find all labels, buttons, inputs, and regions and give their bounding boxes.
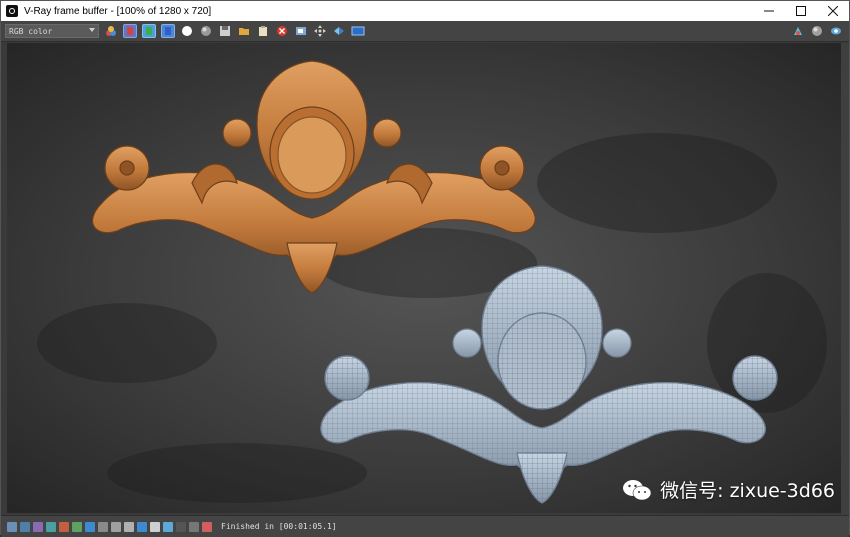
history-icon[interactable] bbox=[7, 521, 17, 532]
vfb-toolbar: RGB color bbox=[1, 21, 849, 42]
minimize-icon bbox=[764, 10, 774, 12]
wechat-icon bbox=[623, 479, 652, 500]
watermark-text: 微信号: zixue-3d66 bbox=[660, 480, 835, 502]
toolbar-right-group bbox=[786, 24, 849, 38]
clear-icon[interactable] bbox=[256, 24, 270, 38]
window-controls bbox=[753, 1, 849, 21]
save-icon[interactable] bbox=[218, 24, 232, 38]
settings-icon[interactable] bbox=[829, 24, 843, 38]
h-icon[interactable] bbox=[176, 521, 186, 532]
stop-icon[interactable] bbox=[275, 24, 289, 38]
track-mouse-icon[interactable] bbox=[313, 24, 327, 38]
exposure-icon[interactable] bbox=[46, 521, 56, 532]
channel-select-value: RGB color bbox=[9, 26, 53, 36]
white-balance-icon[interactable] bbox=[59, 521, 69, 532]
render-image bbox=[7, 43, 843, 513]
close-icon bbox=[828, 6, 838, 16]
watermark: 微信号: zixue-3d66 bbox=[622, 476, 835, 503]
ocio-icon[interactable] bbox=[137, 521, 147, 532]
sphere-icon[interactable] bbox=[810, 24, 824, 38]
stamp-icon[interactable] bbox=[202, 521, 212, 532]
vray-frame-buffer-window: V-Ray frame buffer - [100% of 1280 x 720… bbox=[0, 0, 850, 537]
alpha-white-icon[interactable] bbox=[180, 24, 194, 38]
mono-icon[interactable] bbox=[199, 24, 213, 38]
green-channel-icon[interactable] bbox=[142, 24, 156, 38]
levels-icon[interactable] bbox=[85, 521, 95, 532]
compare-icon[interactable] bbox=[332, 24, 346, 38]
hue-saturation-icon[interactable] bbox=[72, 521, 82, 532]
region-render-icon[interactable] bbox=[294, 24, 308, 38]
pixel-info-icon[interactable] bbox=[189, 521, 199, 532]
chevron-down-icon bbox=[89, 28, 95, 32]
minimize-button[interactable] bbox=[753, 1, 785, 21]
lut-icon[interactable] bbox=[124, 521, 134, 532]
render-icon[interactable] bbox=[791, 24, 805, 38]
icc-icon[interactable] bbox=[150, 521, 160, 532]
right-side-panel-edge bbox=[841, 43, 849, 515]
channel-select[interactable]: RGB color bbox=[5, 24, 99, 38]
background-image-icon[interactable] bbox=[111, 521, 121, 532]
maximize-button[interactable] bbox=[785, 1, 817, 21]
spheres-icon[interactable] bbox=[104, 24, 118, 38]
vray-app-icon bbox=[6, 5, 18, 17]
close-button[interactable] bbox=[817, 1, 849, 21]
status-bar: Finished in [00:01:05.1] bbox=[1, 515, 849, 537]
window-title: V-Ray frame buffer - [100% of 1280 x 720… bbox=[24, 5, 212, 17]
title-bar[interactable]: V-Ray frame buffer - [100% of 1280 x 720… bbox=[1, 1, 849, 22]
display-srgb-icon[interactable] bbox=[163, 521, 173, 532]
render-view[interactable]: 微信号: zixue-3d66 bbox=[7, 43, 843, 513]
maximize-icon bbox=[796, 6, 806, 16]
curves-icon[interactable] bbox=[98, 521, 108, 532]
layers-icon[interactable] bbox=[20, 521, 30, 532]
link-icon[interactable] bbox=[351, 24, 365, 38]
open-icon[interactable] bbox=[237, 24, 251, 38]
red-channel-icon[interactable] bbox=[123, 24, 137, 38]
blue-channel-icon[interactable] bbox=[161, 24, 175, 38]
status-text: Finished in [00:01:05.1] bbox=[221, 522, 337, 531]
color-correction-icon[interactable] bbox=[33, 521, 43, 532]
